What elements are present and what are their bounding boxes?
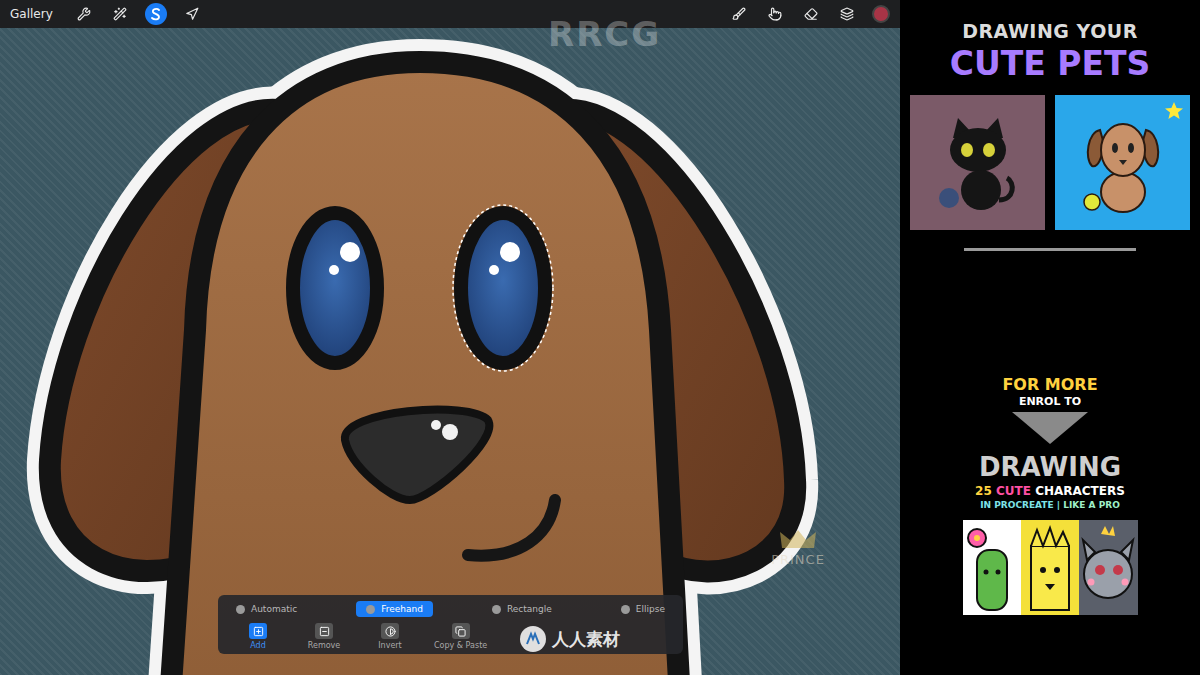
selection-action[interactable]: Remove <box>302 623 346 650</box>
selection-mode-tab[interactable]: Freehand <box>356 601 433 617</box>
eraser-icon <box>804 7 818 21</box>
crown-icon <box>778 528 818 550</box>
selection-mode-tab[interactable]: Ellipse <box>611 601 675 617</box>
selection-icon <box>149 7 163 21</box>
mode-icon <box>236 605 245 614</box>
course-title: DRAWING <box>979 452 1121 482</box>
dog-picture <box>1068 108 1178 218</box>
down-arrow-icon <box>1012 412 1088 444</box>
remove-icon <box>319 626 330 637</box>
selection-action[interactable]: Invert <box>368 623 412 650</box>
layers-button[interactable] <box>836 3 858 25</box>
eraser-button[interactable] <box>800 3 822 25</box>
cat-picture <box>923 108 1033 218</box>
selection-modes: Automatic Freehand Rectangle Ellipse <box>226 601 675 617</box>
site-logo-icon <box>520 626 546 652</box>
canvas[interactable]: PRINCEAutomaticFreehandRectangleEllipseA… <box>0 28 900 675</box>
pet-row <box>910 95 1190 230</box>
promo-kicker: DRAWING YOUR <box>962 20 1138 42</box>
promo-panel: DRAWING YOURCUTE PETS FOR MOREENROL TO DRA… <box>900 0 1200 675</box>
transform-button[interactable] <box>181 3 203 25</box>
course-preview[interactable] <box>963 520 1138 615</box>
smudge-button[interactable] <box>764 3 786 25</box>
remove-icon-box <box>315 623 333 639</box>
top-watermark: RRCG <box>548 14 661 54</box>
pet-card <box>910 95 1045 230</box>
invert-icon-box <box>381 623 399 639</box>
cta-block: FOR MOREENROL TO DRAWING 25CUTECHARACTERS I… <box>963 375 1138 615</box>
layers-icon <box>840 7 854 21</box>
selection-mode-tab[interactable]: Rectangle <box>482 601 562 617</box>
selection-mode-tab[interactable]: Automatic <box>226 601 307 617</box>
transform-icon <box>185 7 199 21</box>
selection-action[interactable]: Add <box>236 623 280 650</box>
mode-icon <box>492 605 501 614</box>
promo-title: CUTE PETS <box>950 44 1151 83</box>
selection-action[interactable]: Copy & Paste <box>434 623 487 650</box>
mode-icon <box>621 605 630 614</box>
gallery-button[interactable]: Gallery <box>10 7 53 21</box>
course-line: 25CUTECHARACTERS <box>975 484 1125 498</box>
dog-artwork <box>0 28 900 675</box>
add-icon-box <box>249 623 267 639</box>
copy-icon <box>455 626 466 637</box>
adjustments-button[interactable] <box>109 3 131 25</box>
add-icon <box>253 626 264 637</box>
right-tools <box>728 3 890 25</box>
selection-button[interactable] <box>145 3 167 25</box>
workspace: Gallery PRINCE Automatic Freehand Rectangle E… <box>0 0 900 675</box>
brush-button[interactable] <box>728 3 750 25</box>
pet-card <box>1055 95 1190 230</box>
smudge-icon <box>768 7 782 21</box>
cta-text: FOR MORE <box>1002 375 1097 394</box>
copy-icon-box <box>452 623 470 639</box>
top-bar: Gallery <box>0 0 900 28</box>
brush-icon <box>732 7 746 21</box>
cta-subtext: ENROL TO <box>1019 395 1081 408</box>
brand-watermark: PRINCE <box>755 528 841 567</box>
actions-button[interactable] <box>73 3 95 25</box>
invert-icon <box>385 626 396 637</box>
divider <box>964 248 1136 251</box>
left-tools: Gallery <box>10 3 203 25</box>
app-screen: Gallery PRINCE Automatic Freehand Rectangle E… <box>0 0 1200 675</box>
course-subline: IN PROCREATE |LIKE A PRO <box>980 500 1120 510</box>
star-icon <box>1164 101 1184 121</box>
wrench-icon <box>77 7 91 21</box>
wand-icon <box>113 7 127 21</box>
color-button[interactable] <box>872 5 890 23</box>
mode-icon <box>366 605 375 614</box>
site-watermark: 人人素材 <box>520 626 620 652</box>
